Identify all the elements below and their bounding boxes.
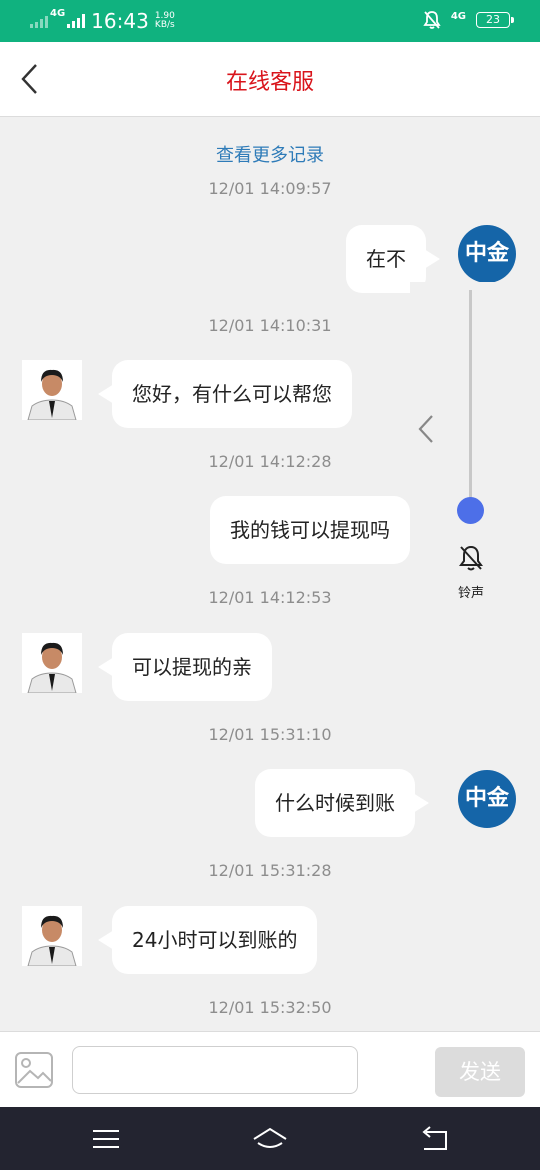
agent-avatar[interactable] (22, 360, 82, 420)
network-type-1: 4G (50, 7, 66, 19)
image-icon[interactable] (14, 1050, 54, 1090)
ringtone-label: 铃声 (457, 586, 484, 601)
signal-icon-2 (67, 14, 86, 28)
home-icon[interactable] (252, 1123, 288, 1155)
volume-panel: 铃声 (410, 282, 532, 612)
agent-portrait-icon (27, 915, 77, 966)
message-timestamp: 12/01 14:09:57 (208, 179, 332, 198)
net-speed-unit: KB/s (154, 20, 175, 30)
agent-avatar[interactable] (22, 633, 82, 693)
system-nav-bar (0, 1107, 540, 1170)
bell-off-icon (423, 11, 441, 29)
user-message-bubble[interactable]: 什么时候到账 (255, 769, 429, 837)
volume-slider-track[interactable] (469, 290, 472, 510)
status-right: 4G 23 (423, 10, 514, 30)
battery-icon: 23 (476, 12, 514, 28)
user-message-bubble[interactable]: 我的钱可以提现吗 (210, 496, 424, 564)
message-timestamp: 12/01 15:32:50 (208, 998, 332, 1017)
bell-off-icon[interactable] (458, 544, 484, 572)
menu-icon[interactable] (90, 1123, 122, 1155)
header: 在线客服 (0, 42, 540, 117)
clock: 16:43 (91, 9, 149, 33)
volume-slider-thumb[interactable] (457, 496, 484, 524)
status-left: 4G 16:43 1.90 KB/s (30, 7, 175, 33)
load-more-link[interactable]: 查看更多记录 (0, 141, 540, 167)
agent-message-bubble[interactable]: 24小时可以到账的 (97, 906, 318, 974)
agent-message-bubble[interactable]: 您好，有什么可以帮您 (98, 360, 352, 428)
message-timestamp: 12/01 15:31:10 (208, 725, 332, 744)
agent-portrait-icon (27, 369, 77, 420)
back-icon[interactable] (418, 1123, 450, 1155)
send-button[interactable]: 发送 (435, 1047, 525, 1097)
agent-portrait-icon (27, 642, 77, 693)
page-title: 在线客服 (225, 70, 314, 95)
user-avatar[interactable]: 中金 (458, 770, 516, 828)
user-avatar[interactable]: 中金 (458, 225, 516, 283)
status-bar: 4G 16:43 1.90 KB/s 4G 23 (0, 0, 540, 42)
agent-avatar[interactable] (22, 906, 82, 966)
net-speed: 1.90 KB/s (155, 12, 175, 30)
agent-message-bubble[interactable]: 可以提现的亲 (98, 633, 272, 701)
message-timestamp: 12/01 15:31:28 (208, 861, 332, 880)
network-type-2: 4G (450, 10, 466, 22)
message-input[interactable] (72, 1046, 358, 1094)
input-bar: 发送 (0, 1031, 540, 1108)
signal-icon (30, 14, 48, 28)
chevron-left-icon[interactable] (414, 412, 438, 446)
